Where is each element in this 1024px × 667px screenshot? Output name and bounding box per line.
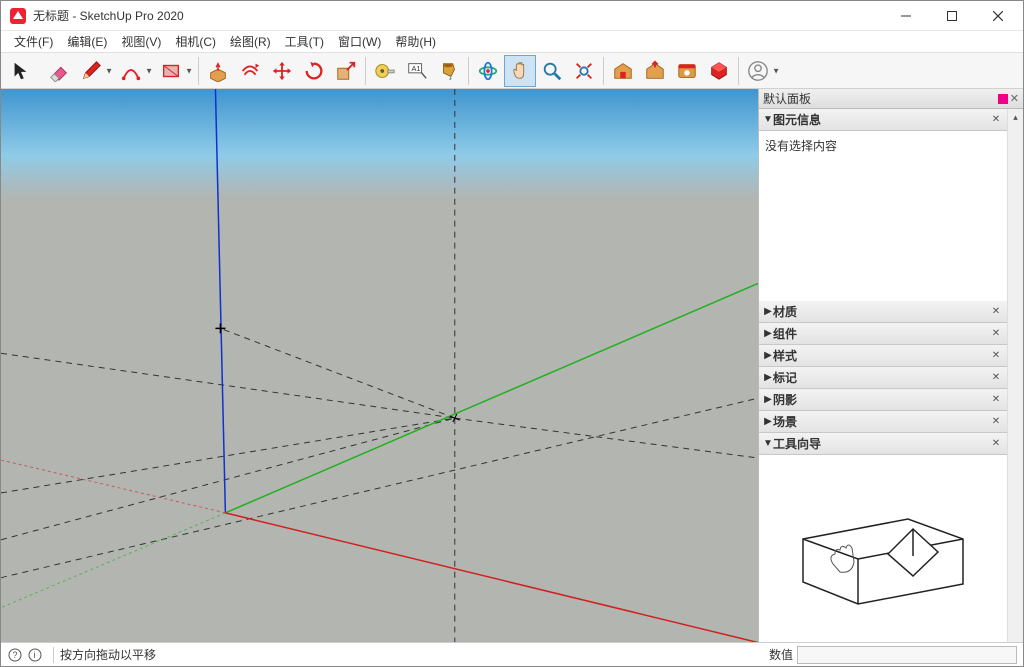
- zoom-tool[interactable]: [536, 55, 568, 87]
- toolbar: ▼ ▼ ▼ A1 ▼: [1, 53, 1023, 89]
- menu-window[interactable]: 窗口(W): [331, 31, 388, 52]
- scroll-up-icon[interactable]: ▴: [1008, 109, 1023, 125]
- tray-header[interactable]: 默认面板 ✕: [759, 89, 1023, 109]
- collapse-icon: ▼: [763, 438, 773, 449]
- expand-icon: ▶: [763, 372, 773, 383]
- panel-close-icon[interactable]: ✕: [989, 327, 1003, 341]
- 3d-warehouse-share-icon[interactable]: [639, 55, 671, 87]
- tray-close-icon[interactable]: ✕: [1010, 92, 1019, 105]
- menu-edit[interactable]: 编辑(E): [60, 31, 114, 52]
- extension-warehouse-icon[interactable]: [671, 55, 703, 87]
- menu-file[interactable]: 文件(F): [7, 31, 60, 52]
- menu-view[interactable]: 视图(V): [114, 31, 168, 52]
- measurements-box: 数值: [769, 646, 1017, 664]
- panel-scenes-label: 场景: [773, 413, 989, 430]
- arc-tool[interactable]: ▼: [115, 55, 147, 87]
- content-area: 默认面板 ✕ ▼ 图元信息 ✕ 没有选择内容 ▶: [1, 89, 1023, 642]
- app-icon: [9, 7, 27, 25]
- select-tool[interactable]: [5, 55, 37, 87]
- 3d-warehouse-building-icon[interactable]: [607, 55, 639, 87]
- expand-icon: ▶: [763, 328, 773, 339]
- zoom-extents-tool[interactable]: [568, 55, 600, 87]
- pin-icon[interactable]: [998, 94, 1008, 104]
- panel-scenes-header[interactable]: ▶ 场景 ✕: [759, 411, 1007, 433]
- panel-close-icon[interactable]: ✕: [989, 371, 1003, 385]
- panel-shadows-header[interactable]: ▶ 阴影 ✕: [759, 389, 1007, 411]
- panel-entity-info-header[interactable]: ▼ 图元信息 ✕: [759, 109, 1007, 131]
- collapse-icon: ▼: [763, 114, 773, 125]
- paint-tool[interactable]: [433, 55, 465, 87]
- pencil-tool[interactable]: ▼: [75, 55, 107, 87]
- viewport-axes: [1, 89, 758, 642]
- offset-tool[interactable]: [234, 55, 266, 87]
- panel-instructor-label: 工具向导: [773, 435, 989, 452]
- window-title: 无标题 - SketchUp Pro 2020: [33, 7, 883, 24]
- status-hint: 按方向拖动以平移: [60, 646, 769, 663]
- svg-text:i: i: [34, 650, 36, 660]
- maximize-button[interactable]: [929, 1, 975, 31]
- rotate-tool[interactable]: [298, 55, 330, 87]
- panel-close-icon[interactable]: ✕: [989, 305, 1003, 319]
- panel-close-icon[interactable]: ✕: [989, 393, 1003, 407]
- titlebar: 无标题 - SketchUp Pro 2020: [1, 1, 1023, 31]
- orbit-tool[interactable]: [472, 55, 504, 87]
- help-icon[interactable]: ?: [7, 647, 23, 663]
- menu-camera[interactable]: 相机(C): [168, 31, 223, 52]
- menubar: 文件(F) 编辑(E) 视图(V) 相机(C) 绘图(R) 工具(T) 窗口(W…: [1, 31, 1023, 53]
- panel-materials-label: 材质: [773, 303, 989, 320]
- menu-tools[interactable]: 工具(T): [278, 31, 331, 52]
- panel-components-header[interactable]: ▶ 组件 ✕: [759, 323, 1007, 345]
- app-window: 无标题 - SketchUp Pro 2020 文件(F) 编辑(E) 视图(V…: [0, 0, 1024, 667]
- instructor-illustration: [788, 484, 978, 614]
- 3d-viewport[interactable]: [1, 89, 758, 642]
- panel-styles-header[interactable]: ▶ 样式 ✕: [759, 345, 1007, 367]
- extension-manager-icon[interactable]: [703, 55, 735, 87]
- info-icon[interactable]: i: [27, 647, 43, 663]
- tray-title: 默认面板: [763, 90, 811, 107]
- panel-materials-header[interactable]: ▶ 材质 ✕: [759, 301, 1007, 323]
- panel-entity-info-label: 图元信息: [773, 111, 989, 128]
- text-tool[interactable]: A1: [401, 55, 433, 87]
- panel-close-icon[interactable]: ✕: [989, 415, 1003, 429]
- expand-icon: ▶: [763, 350, 773, 361]
- no-selection-text: 没有选择内容: [765, 139, 837, 153]
- pushpull-tool[interactable]: [202, 55, 234, 87]
- panel-styles-label: 样式: [773, 347, 989, 364]
- entity-info-body: 没有选择内容: [759, 131, 1007, 301]
- panel-shadows-label: 阴影: [773, 391, 989, 408]
- expand-icon: ▶: [763, 416, 773, 427]
- panel-close-icon[interactable]: ✕: [989, 437, 1003, 451]
- panel-components-label: 组件: [773, 325, 989, 342]
- svg-text:?: ?: [13, 650, 18, 660]
- panel-tags-header[interactable]: ▶ 标记 ✕: [759, 367, 1007, 389]
- instructor-body: [759, 455, 1007, 642]
- measurements-label: 数值: [769, 646, 793, 663]
- panel-tags-label: 标记: [773, 369, 989, 386]
- tape-tool[interactable]: [369, 55, 401, 87]
- statusbar: ? i 按方向拖动以平移 数值: [1, 642, 1023, 666]
- pan-tool[interactable]: [504, 55, 536, 87]
- scale-tool[interactable]: [330, 55, 362, 87]
- menu-draw[interactable]: 绘图(R): [223, 31, 278, 52]
- expand-icon: ▶: [763, 306, 773, 317]
- tray-scrollbar[interactable]: ▴: [1007, 109, 1023, 642]
- shapes-tool[interactable]: ▼: [155, 55, 187, 87]
- eraser-tool[interactable]: [43, 55, 75, 87]
- menu-help[interactable]: 帮助(H): [388, 31, 443, 52]
- svg-text:A1: A1: [412, 64, 421, 73]
- expand-icon: ▶: [763, 394, 773, 405]
- close-button[interactable]: [975, 1, 1021, 31]
- default-tray: 默认面板 ✕ ▼ 图元信息 ✕ 没有选择内容 ▶: [758, 89, 1023, 642]
- panel-instructor-header[interactable]: ▼ 工具向导 ✕: [759, 433, 1007, 455]
- user-account-icon[interactable]: ▼: [742, 55, 774, 87]
- move-tool[interactable]: [266, 55, 298, 87]
- minimize-button[interactable]: [883, 1, 929, 31]
- measurements-input[interactable]: [797, 646, 1017, 664]
- panel-close-icon[interactable]: ✕: [989, 349, 1003, 363]
- panel-close-icon[interactable]: ✕: [989, 113, 1003, 127]
